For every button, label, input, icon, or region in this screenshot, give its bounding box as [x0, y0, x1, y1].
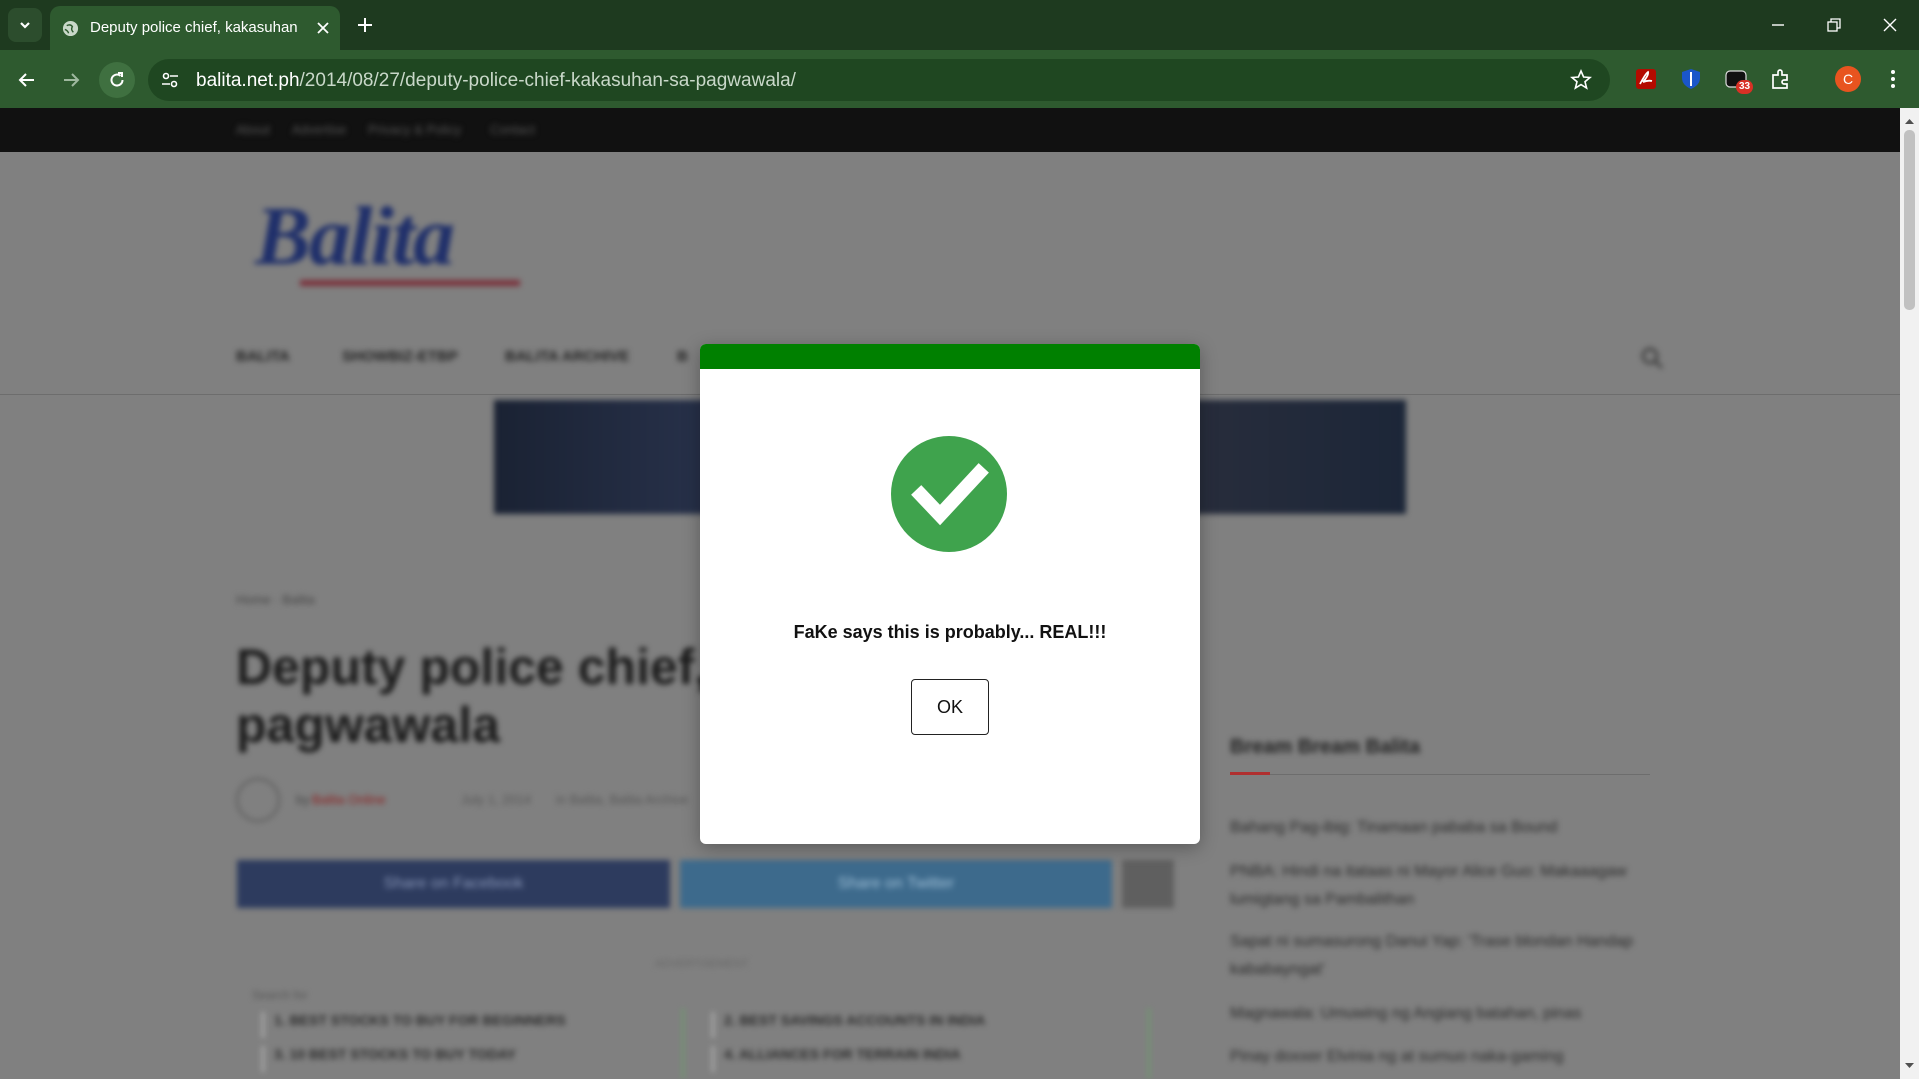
- sponsored-label: Search for: [252, 988, 308, 1002]
- close-window-button[interactable]: [1862, 0, 1918, 50]
- plus-icon: [358, 18, 372, 32]
- browser-toolbar: balita.net.ph/2014/08/27/deputy-police-c…: [0, 50, 1919, 108]
- url-path: /2014/08/27/deputy-police-chief-kakasuha…: [299, 70, 796, 91]
- chevron-down-icon: [20, 22, 30, 29]
- dialog-message: FaKe says this is probably... REAL!!!: [793, 622, 1107, 642]
- dialog-accent-bar: [700, 344, 1200, 369]
- post-categories[interactable]: in Balita, Balita Archive: [556, 792, 688, 807]
- minimize-icon: [1772, 24, 1784, 26]
- sidebar-title: Bream Bream Balita: [1230, 736, 1421, 758]
- tab-search-button[interactable]: [8, 8, 42, 42]
- forward-button[interactable]: [53, 62, 89, 98]
- share-twitter-button[interactable]: Share on Twitter: [680, 860, 1112, 908]
- ad-link[interactable]: 4. ALLIANCES FOR TERRAIN INDIA: [712, 1046, 961, 1072]
- scroll-up-icon[interactable]: [1904, 112, 1915, 130]
- restore-button[interactable]: [1806, 0, 1862, 50]
- article-title: Deputy police chief, pagwawala: [236, 639, 709, 753]
- ad-divider: [1148, 1008, 1150, 1079]
- arrow-right-icon: [64, 73, 80, 87]
- sidebar-underline: [1230, 772, 1270, 775]
- extensions-puzzle-icon[interactable]: [1767, 65, 1795, 93]
- back-button[interactable]: [9, 62, 45, 98]
- ok-button[interactable]: OK: [911, 679, 989, 735]
- tab-strip: Deputy police chief, kakasuhan: [0, 0, 1919, 50]
- result-dialog: FaKe says this is probably... REAL!!! OK: [700, 344, 1200, 844]
- sidebar-item[interactable]: Sapat ni sumasurong Danui Yap: 'Trase bl…: [1230, 928, 1650, 984]
- pdf-extension-icon[interactable]: [1632, 65, 1660, 93]
- ad-divider: [682, 1008, 684, 1079]
- restore-icon: [1827, 18, 1841, 32]
- nav-item[interactable]: BALITA ARCHIVE: [505, 348, 629, 365]
- counter-extension-icon[interactable]: 33: [1722, 65, 1754, 94]
- ad-link[interactable]: 3. 10 BEST STOCKS TO BUY TODAY: [262, 1046, 516, 1072]
- top-link[interactable]: Contact: [490, 122, 535, 137]
- profile-avatar[interactable]: C: [1835, 66, 1861, 92]
- url-text: balita.net.ph/2014/08/27/deputy-police-c…: [196, 70, 796, 92]
- sidebar-item[interactable]: Bahang Pag-ibig: Tinamaan pababa sa Boun…: [1230, 814, 1650, 842]
- search-icon[interactable]: [1640, 346, 1664, 375]
- scrollbar-thumb[interactable]: [1904, 130, 1915, 310]
- page-scrollbar[interactable]: [1900, 108, 1919, 1079]
- minimize-button[interactable]: [1750, 0, 1806, 50]
- scroll-down-icon[interactable]: [1904, 1057, 1915, 1075]
- logo-underline: [300, 280, 520, 286]
- top-link[interactable]: Advertise: [292, 122, 346, 137]
- sidebar-rule: [1230, 774, 1650, 775]
- reload-icon: [110, 72, 124, 87]
- arrow-left-icon: [18, 73, 34, 87]
- author-link[interactable]: Balita Online: [312, 792, 386, 807]
- browser-tab[interactable]: Deputy police chief, kakasuhan: [50, 6, 340, 50]
- sidebar-item[interactable]: PNBA: Hindi na itataas ni Mayor Alice Gu…: [1230, 858, 1650, 914]
- share-more-button[interactable]: [1122, 860, 1174, 908]
- author-avatar: [236, 778, 280, 822]
- shield-extension-icon[interactable]: [1677, 65, 1705, 93]
- breadcrumb: Home · Balita: [236, 592, 315, 607]
- ad-links: 1. BEST STOCKS TO BUY FOR BEGINNERS 2. B…: [252, 1008, 1152, 1079]
- logo-text: Balita: [255, 190, 455, 283]
- ad-link[interactable]: 1. BEST STOCKS TO BUY FOR BEGINNERS: [262, 1012, 566, 1038]
- globe-icon: [62, 20, 79, 42]
- bookmark-star-icon[interactable]: [1569, 68, 1593, 96]
- check-circle-icon: [891, 436, 1007, 552]
- sidebar-item[interactable]: Magnawala: Umuwing ng Angiang batahan, p…: [1230, 1000, 1650, 1028]
- site-logo[interactable]: Balita: [245, 178, 545, 288]
- author-row: by Balita Online July 1, 2014 in Balita,…: [236, 778, 736, 822]
- address-bar[interactable]: balita.net.ph/2014/08/27/deputy-police-c…: [148, 59, 1610, 101]
- reload-button[interactable]: [99, 62, 135, 98]
- top-link[interactable]: Privacy & Policy: [368, 122, 461, 137]
- tab-close-icon[interactable]: [312, 17, 334, 39]
- kebab-menu-icon[interactable]: [1879, 65, 1907, 93]
- site-top-bar: About Advertise Privacy & Policy Contact: [0, 108, 1900, 152]
- advertisement-label: ADVERTISEMENT: [655, 958, 749, 970]
- top-link[interactable]: About: [236, 122, 270, 137]
- extension-badge: 33: [1736, 80, 1754, 94]
- nav-item[interactable]: BALITA: [236, 348, 290, 365]
- nav-item[interactable]: SHOWBIZ-ETBP: [342, 348, 458, 365]
- post-date: July 1, 2014: [461, 792, 532, 807]
- new-tab-button[interactable]: [352, 12, 378, 38]
- share-twitter-label: Share on Twitter: [837, 875, 955, 892]
- share-facebook-label: Share on Facebook: [383, 875, 524, 892]
- sidebar-item[interactable]: Pinay doxxer Elvinia ng at sumuo naka-ga…: [1230, 1043, 1650, 1071]
- url-host: balita.net.ph: [196, 70, 300, 91]
- ad-link[interactable]: 2. BEST SAVINGS ACCOUNTS IN INDIA: [712, 1012, 985, 1038]
- close-icon: [1883, 18, 1897, 32]
- author-by: by: [296, 792, 310, 807]
- nav-item[interactable]: B: [677, 348, 688, 365]
- tab-title: Deputy police chief, kakasuhan: [90, 19, 298, 36]
- share-facebook-button[interactable]: Share on Facebook: [237, 860, 670, 908]
- site-info-icon[interactable]: [160, 70, 180, 95]
